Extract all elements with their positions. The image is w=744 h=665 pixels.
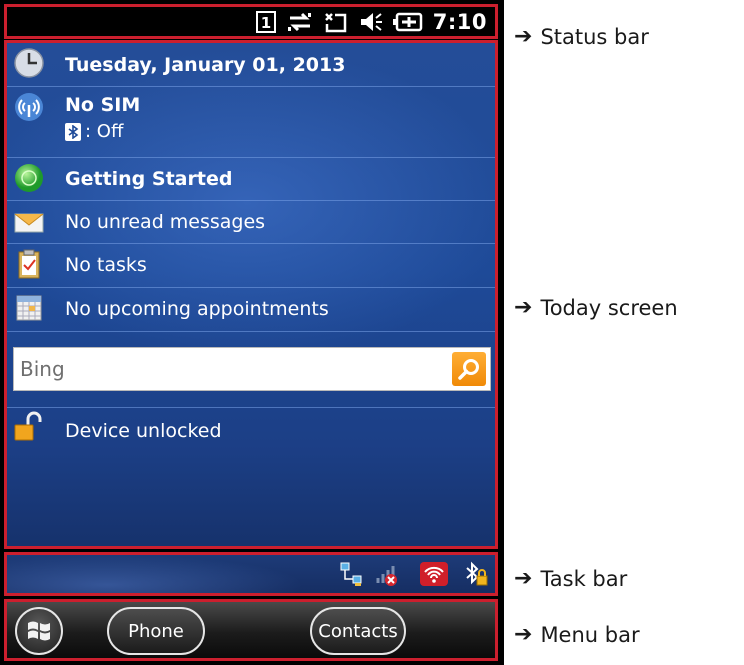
mail-icon (13, 206, 45, 238)
padlock-unlocked-icon (13, 411, 45, 443)
network-icon[interactable] (339, 561, 365, 587)
lock-status-label: Device unlocked (65, 420, 222, 442)
search-icon (458, 359, 479, 380)
sim-status: No SIM (65, 94, 141, 116)
arrow-icon: ➔ (514, 566, 533, 591)
today-screen: Tuesday, January 01, 2013 No SIM : Off G… (4, 40, 498, 549)
search-button[interactable] (452, 352, 486, 386)
bing-search-box[interactable] (13, 347, 491, 391)
no-signal-icon[interactable] (323, 11, 349, 33)
getting-started-icon (13, 162, 45, 194)
bluetooth-icon (65, 123, 81, 141)
tasks-label: No tasks (65, 254, 147, 276)
today-item-connectivity[interactable]: No SIM : Off (7, 86, 495, 158)
date-label: Tuesday, January 01, 2013 (65, 54, 346, 76)
today-item-appointments[interactable]: No upcoming appointments (7, 287, 495, 332)
wireless-icon (13, 91, 45, 123)
annotation-label: Menu bar (540, 622, 640, 647)
speaker-muted-icon[interactable] (359, 11, 383, 33)
bluetooth-status: : Off (85, 121, 124, 142)
tasks-icon (13, 248, 45, 280)
calendar-icon (13, 292, 45, 324)
annotation-today-screen: ➔ Today screen (514, 295, 678, 320)
sim-slot-1-icon[interactable]: 1 (255, 10, 277, 33)
appointments-label: No upcoming appointments (65, 298, 329, 320)
today-item-messages[interactable]: No unread messages (7, 200, 495, 244)
phone-screen: 1 7:10 Tuesday, January 01, 2013 No SIM … (0, 0, 504, 665)
menu-bar: Phone Contacts (4, 599, 498, 661)
status-bar[interactable]: 1 7:10 (4, 4, 498, 39)
wifi-icon[interactable] (419, 561, 449, 587)
today-item-date[interactable]: Tuesday, January 01, 2013 (7, 43, 495, 87)
annotation-menu-bar: ➔ Menu bar (514, 622, 640, 647)
data-connection-icon[interactable] (287, 11, 313, 33)
task-bar (4, 552, 498, 596)
start-button[interactable] (15, 607, 63, 655)
bing-search-input[interactable] (14, 348, 444, 390)
arrow-icon: ➔ (514, 24, 533, 49)
annotation-label: Task bar (540, 566, 628, 591)
no-signal-tray-icon[interactable] (374, 561, 400, 587)
annotation-label: Status bar (540, 24, 649, 49)
annotation-label: Today screen (540, 295, 678, 320)
windows-logo-icon (28, 621, 50, 641)
today-item-search (7, 331, 495, 408)
today-item-getting-started[interactable]: Getting Started (7, 157, 495, 201)
contacts-soft-key[interactable]: Contacts (310, 607, 406, 655)
clock-time[interactable]: 7:10 (433, 10, 487, 34)
arrow-icon: ➔ (514, 295, 533, 320)
today-item-lock[interactable]: Device unlocked (7, 407, 495, 453)
clock-icon (13, 47, 45, 79)
bluetooth-locked-icon[interactable] (463, 561, 489, 587)
annotation-status-bar: ➔ Status bar (514, 24, 649, 49)
battery-charging-icon[interactable] (392, 11, 423, 33)
arrow-icon: ➔ (514, 622, 533, 647)
annotation-task-bar: ➔ Task bar (514, 566, 627, 591)
today-item-tasks[interactable]: No tasks (7, 243, 495, 288)
messages-label: No unread messages (65, 211, 266, 233)
svg-text:1: 1 (261, 14, 271, 32)
getting-started-label: Getting Started (65, 168, 233, 190)
phone-soft-key[interactable]: Phone (107, 607, 205, 655)
